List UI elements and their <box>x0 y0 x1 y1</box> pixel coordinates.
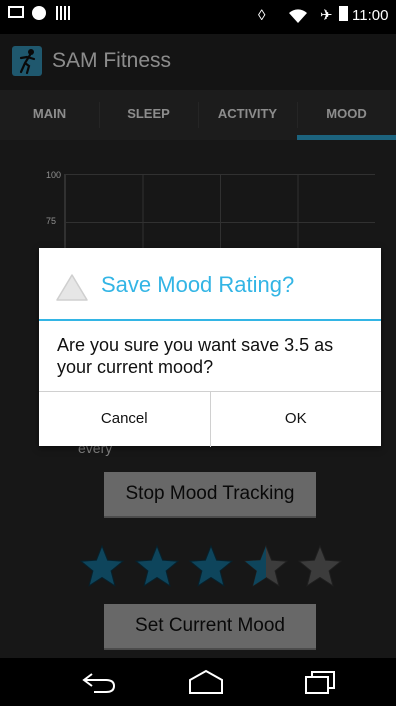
airplane-mode-icon: ✈ <box>320 7 333 24</box>
dialog-message: Are you sure you want save 3.5 as your c… <box>57 335 334 377</box>
cancel-button[interactable]: Cancel <box>39 392 210 447</box>
ok-button[interactable]: OK <box>209 392 382 447</box>
navigation-bar <box>0 658 396 706</box>
motorola-icon <box>32 6 46 20</box>
recent-apps-icon[interactable] <box>300 668 340 696</box>
vibrate-icon: ◊ <box>258 7 266 24</box>
wifi-icon <box>288 6 308 32</box>
mail-icon <box>8 6 24 18</box>
status-time: 11:00 <box>352 7 389 24</box>
back-icon[interactable] <box>80 668 120 696</box>
home-icon[interactable] <box>186 668 226 696</box>
dialog-header: Save Mood Rating? <box>39 248 381 321</box>
dialog-title: Save Mood Rating? <box>101 272 295 297</box>
warning-icon <box>56 274 88 301</box>
status-bar: ◊ ✈ 11:00 <box>0 0 396 34</box>
barcode-icon <box>56 6 70 20</box>
save-mood-dialog: Save Mood Rating? Are you sure you want … <box>39 248 381 447</box>
battery-icon <box>339 6 348 21</box>
dialog-actions: Cancel OK <box>39 391 381 447</box>
